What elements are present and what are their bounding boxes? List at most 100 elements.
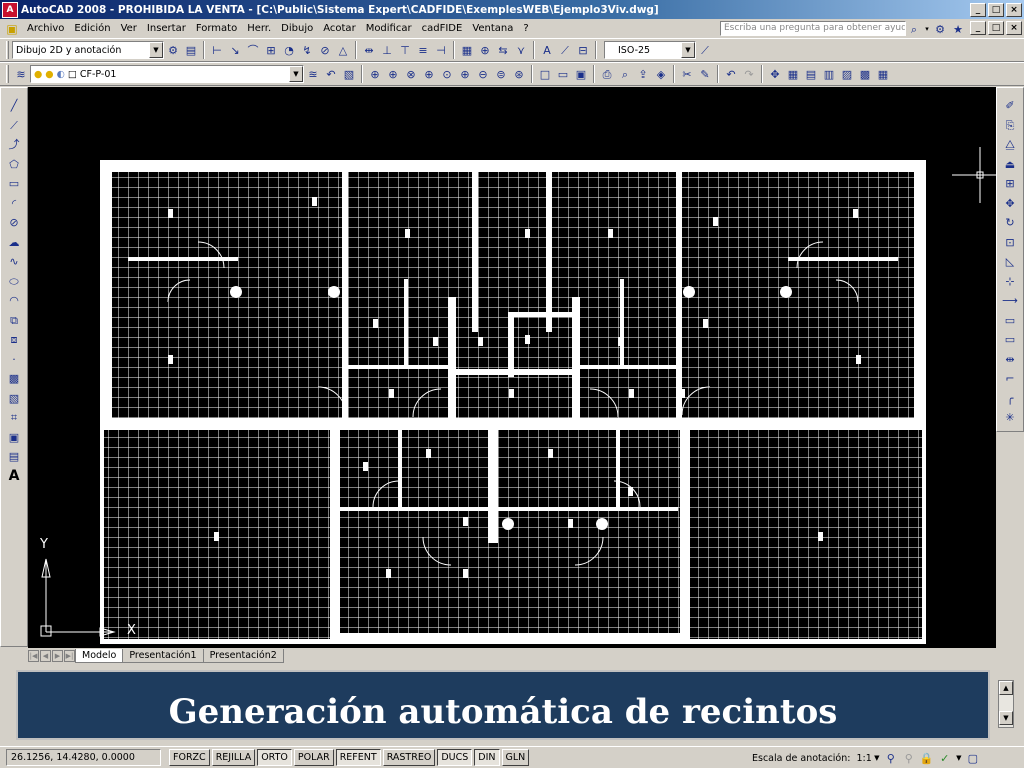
plot-icon[interactable]: ⎙: [598, 65, 616, 83]
scroll-up-button[interactable]: ▲: [999, 681, 1013, 695]
break-at-point-icon[interactable]: ▭: [1001, 311, 1019, 331]
explode-icon[interactable]: ✳: [1001, 408, 1019, 428]
markup-icon[interactable]: ▩: [856, 65, 874, 83]
polygon-icon[interactable]: ⬠: [5, 155, 23, 175]
snap-toggle[interactable]: FORZC: [169, 749, 210, 766]
offset-icon[interactable]: ⏏: [1001, 155, 1019, 175]
table-icon[interactable]: ▣: [5, 428, 23, 448]
break-icon[interactable]: ▭: [1001, 330, 1019, 350]
communication-center-icon[interactable]: ⚙: [931, 20, 949, 38]
multiline-text-icon[interactable]: ▤: [5, 447, 23, 467]
doc-restore-button[interactable]: □: [988, 21, 1004, 35]
save-icon[interactable]: ▣: [572, 65, 590, 83]
hatch-icon[interactable]: ▩: [5, 369, 23, 389]
clean-screen-icon[interactable]: ▢: [964, 749, 982, 767]
dim-edit-icon[interactable]: A: [538, 41, 556, 59]
auto-scale-icon[interactable]: ⚲: [900, 749, 918, 767]
annotation-scale-value[interactable]: 1:1: [856, 753, 871, 764]
layer-select[interactable]: ● ● ◐ □ CF-P-01 ▼: [30, 65, 304, 83]
dim-update-icon[interactable]: ⊟: [574, 41, 592, 59]
design-center-icon[interactable]: ▤: [802, 65, 820, 83]
line-icon[interactable]: ╱: [5, 96, 23, 116]
first-tab-button[interactable]: |◀: [28, 650, 39, 662]
close-button[interactable]: ×: [1006, 2, 1022, 17]
autocad-app-icon[interactable]: A: [2, 1, 18, 18]
fillet-icon[interactable]: ╭: [1001, 389, 1019, 409]
open-file-icon[interactable]: ▭: [554, 65, 572, 83]
center-mark-icon[interactable]: ⊕: [476, 41, 494, 59]
undo-icon[interactable]: ↶: [722, 65, 740, 83]
dim-arc-icon[interactable]: ⌒: [244, 41, 262, 59]
communication-center-icon[interactable]: ✓: [936, 749, 954, 767]
layer-previous-icon[interactable]: ↶: [322, 65, 340, 83]
dim-linear-icon[interactable]: ⊢: [208, 41, 226, 59]
next-tab-button[interactable]: ▶: [52, 650, 63, 662]
plot-preview-icon[interactable]: ⌕: [616, 65, 634, 83]
properties-icon[interactable]: ▦: [784, 65, 802, 83]
dropdown-arrow-icon[interactable]: ▾: [923, 20, 931, 38]
menu-acotar[interactable]: Acotar: [318, 23, 360, 34]
gradient-icon[interactable]: ▧: [5, 389, 23, 409]
dim-continue-icon[interactable]: ⊤: [396, 41, 414, 59]
dim-text-edit-icon[interactable]: ⟋: [556, 41, 574, 59]
erase-icon[interactable]: ✐: [1001, 96, 1019, 116]
zoom-out-icon[interactable]: ⊖: [474, 65, 492, 83]
zoom-realtime-icon[interactable]: ⊕: [366, 65, 384, 83]
last-tab-button[interactable]: ▶|: [64, 650, 75, 662]
coordinates-display[interactable]: 26.1256, 14.4280, 0.0000: [6, 749, 161, 766]
ducs-toggle[interactable]: DUCS: [437, 749, 473, 766]
calculator-icon[interactable]: ▦: [874, 65, 892, 83]
osnap-toggle[interactable]: REFENT: [335, 749, 381, 766]
tab-presentacion1[interactable]: Presentación1: [122, 649, 204, 663]
toolbar-grip[interactable]: [6, 65, 9, 83]
quick-dim-icon[interactable]: ⇹: [360, 41, 378, 59]
match-properties-icon[interactable]: ✎: [696, 65, 714, 83]
revision-cloud-icon[interactable]: ☁: [5, 233, 23, 253]
stretch-icon[interactable]: ◺: [1001, 252, 1019, 272]
menu-insertar[interactable]: Insertar: [142, 23, 191, 34]
jogged-linear-icon[interactable]: ⋎: [512, 41, 530, 59]
lwt-toggle[interactable]: GLN: [501, 749, 530, 766]
spline-icon[interactable]: ∿: [5, 252, 23, 272]
pan-icon[interactable]: ✥: [766, 65, 784, 83]
zoom-dynamic-icon[interactable]: ⊗: [402, 65, 420, 83]
mirror-icon[interactable]: ⧋: [1001, 135, 1019, 155]
insert-block-icon[interactable]: ⧉: [5, 311, 23, 331]
join-icon[interactable]: ⇹: [1001, 350, 1019, 370]
help-search-input[interactable]: Escriba una pregunta para obtener ayuda: [720, 21, 906, 36]
menu-modificar[interactable]: Modificar: [361, 23, 417, 34]
polyline-icon[interactable]: ⤴: [5, 135, 23, 155]
menu-help[interactable]: ?: [518, 23, 533, 34]
otrack-toggle[interactable]: RASTREO: [382, 749, 436, 766]
layer-states-icon[interactable]: ▧: [340, 65, 358, 83]
menu-ver[interactable]: Ver: [116, 23, 142, 34]
new-file-icon[interactable]: □: [536, 65, 554, 83]
scale-icon[interactable]: ⊡: [1001, 233, 1019, 253]
dyn-toggle[interactable]: DIN: [474, 749, 500, 766]
inspection-icon[interactable]: ⇆: [494, 41, 512, 59]
arc-icon[interactable]: ◜: [5, 194, 23, 214]
tolerance-icon[interactable]: ▦: [458, 41, 476, 59]
menu-dibujo[interactable]: Dibujo: [276, 23, 318, 34]
doc-minimize-button[interactable]: _: [970, 21, 986, 35]
make-current-layer-icon[interactable]: ≊: [304, 65, 322, 83]
ellipse-arc-icon[interactable]: ◠: [5, 291, 23, 311]
array-icon[interactable]: ⊞: [1001, 174, 1019, 194]
menu-herr[interactable]: Herr.: [242, 23, 276, 34]
drawing-area[interactable]: Y X: [28, 87, 996, 648]
chevron-down-icon[interactable]: ▼: [872, 749, 882, 767]
redo-icon[interactable]: ↷: [740, 65, 758, 83]
dim-baseline-icon[interactable]: ⊥: [378, 41, 396, 59]
copy-icon[interactable]: ⎘: [1001, 116, 1019, 136]
grid-toggle[interactable]: REJILLA: [211, 749, 256, 766]
save-workspace-icon[interactable]: ▤: [182, 41, 200, 59]
make-block-icon[interactable]: ⧈: [5, 330, 23, 350]
dim-aligned-icon[interactable]: ↘: [226, 41, 244, 59]
cut-icon[interactable]: ✂: [678, 65, 696, 83]
dim-radius-icon[interactable]: ◔: [280, 41, 298, 59]
ellipse-icon[interactable]: ⬭: [5, 272, 23, 292]
dim-break-icon[interactable]: ⊣: [432, 41, 450, 59]
zoom-in-icon[interactable]: ⊕: [456, 65, 474, 83]
layer-properties-icon[interactable]: ≋: [12, 65, 30, 83]
dim-jogged-icon[interactable]: ↯: [298, 41, 316, 59]
